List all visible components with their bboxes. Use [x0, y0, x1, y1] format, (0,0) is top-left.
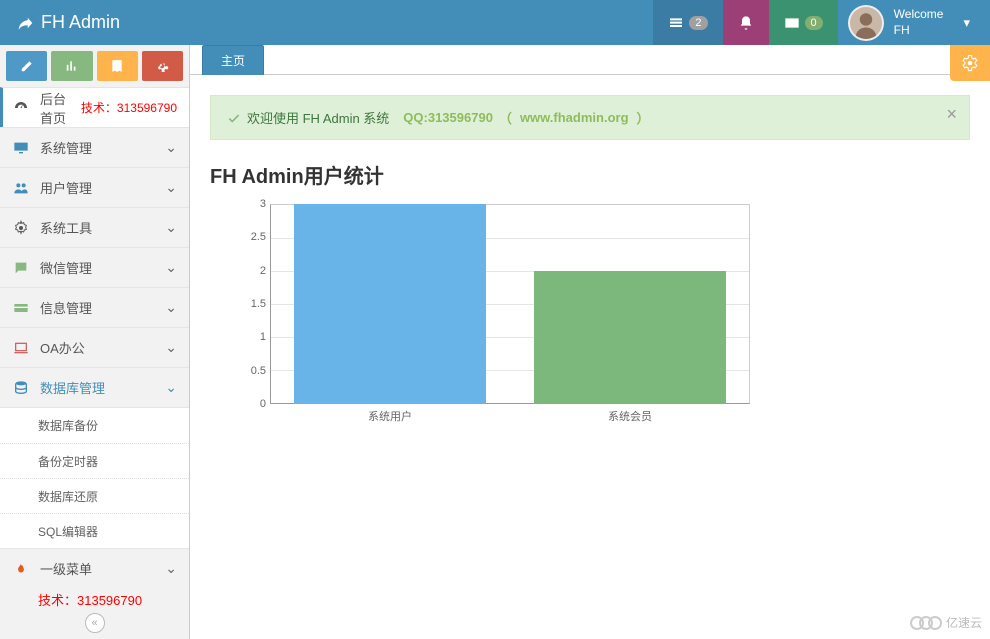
card-icon: [12, 300, 30, 316]
sidebar: 后台首页 技术：313596790 系统管理 ⌄ 用户管理 ⌄ 系统工具 ⌄ 微…: [0, 45, 190, 639]
logo-text: FH Admin: [41, 12, 120, 33]
nav-label: 系统工具: [40, 218, 155, 237]
tasks-icon: [668, 15, 684, 31]
watermark: 亿速云: [910, 614, 982, 631]
settings-gear-button[interactable]: [950, 45, 990, 81]
y-tick-label: 0.5: [240, 365, 266, 377]
alert-link[interactable]: www.fhadmin.org: [520, 110, 629, 125]
nav-user-manage[interactable]: 用户管理 ⌄: [0, 167, 189, 207]
y-tick-label: 1: [240, 331, 266, 343]
avatar: [848, 5, 884, 41]
header-tasks[interactable]: 2: [653, 0, 722, 45]
subnav-db-backup[interactable]: 数据库备份: [0, 408, 189, 443]
x-tick-label: 系统会员: [608, 408, 652, 424]
bell-icon: [738, 15, 754, 31]
chart-title: FH Admin用户统计: [210, 160, 970, 189]
nav-database-submenu: 数据库备份 备份定时器 数据库还原 SQL编辑器: [0, 407, 189, 548]
nav-home-label: 后台首页: [40, 89, 71, 127]
nav-label: 用户管理: [40, 178, 155, 197]
alert-link-close: ）: [637, 108, 650, 127]
welcome-block: Welcome FH: [894, 7, 944, 38]
nav-label: OA办公: [40, 338, 155, 357]
users-icon: [12, 180, 30, 196]
fire-icon: [12, 561, 30, 577]
nav-info-manage[interactable]: 信息管理 ⌄: [0, 287, 189, 327]
chevron-down-icon: ⌄: [165, 379, 177, 396]
toolbar-book-button[interactable]: [97, 51, 138, 81]
nav-oa-office[interactable]: OA办公 ⌄: [0, 327, 189, 367]
header-bar: FH Admin 2 0 Welcome FH ▾: [0, 0, 990, 45]
gear-icon: [12, 220, 30, 236]
chart-bar: [534, 271, 726, 404]
tab-bar: 主页: [190, 45, 990, 75]
welcome-label: Welcome: [894, 7, 944, 23]
y-tick-label: 2.5: [240, 231, 266, 243]
x-tick-label: 系统用户: [368, 408, 412, 424]
nav-system-tools[interactable]: 系统工具 ⌄: [0, 207, 189, 247]
tasks-badge: 2: [689, 16, 707, 30]
y-tick-label: 2: [240, 265, 266, 277]
user-stats-chart: 系统用户系统会员 00.511.522.53: [240, 204, 750, 424]
envelope-icon: [784, 15, 800, 31]
chart-bar: [294, 204, 486, 404]
chevron-down-icon: ⌄: [165, 259, 177, 276]
desktop-icon: [12, 140, 30, 156]
laptop-icon: [12, 340, 30, 356]
nav-label: 信息管理: [40, 298, 155, 317]
watermark-icon: [910, 616, 942, 630]
app-logo[interactable]: FH Admin: [0, 12, 135, 33]
close-icon[interactable]: ×: [946, 104, 957, 125]
chevron-down-icon: ⌄: [165, 339, 177, 356]
nav-label: 数据库管理: [40, 378, 155, 397]
chat-icon: [12, 260, 30, 276]
leaf-icon: [15, 14, 33, 32]
chevron-down-icon: ⌄: [165, 139, 177, 156]
nav-home[interactable]: 后台首页 技术：313596790: [0, 87, 189, 127]
subnav-db-restore[interactable]: 数据库还原: [0, 478, 189, 513]
collapse-button[interactable]: «: [85, 613, 105, 633]
subnav-sql-editor[interactable]: SQL编辑器: [0, 513, 189, 548]
nav-home-tech: 技术：313596790: [81, 99, 177, 116]
sidebar-toolbar: [0, 45, 189, 87]
chevron-down-icon: ⌄: [165, 299, 177, 316]
watermark-text: 亿速云: [946, 614, 982, 631]
check-icon: [227, 111, 241, 125]
header-notifications[interactable]: [723, 0, 769, 45]
y-tick-label: 3: [240, 198, 266, 210]
subnav-backup-timer[interactable]: 备份定时器: [0, 443, 189, 478]
nav-label: 微信管理: [40, 258, 155, 277]
sidebar-collapse: «: [0, 611, 189, 639]
alert-link-open: （: [499, 108, 512, 127]
dashboard-icon: [12, 100, 30, 116]
database-icon: [12, 380, 30, 396]
nav-system-manage[interactable]: 系统管理 ⌄: [0, 127, 189, 167]
toolbar-settings-button[interactable]: [142, 51, 183, 81]
toolbar-chart-button[interactable]: [51, 51, 92, 81]
chevron-down-icon: ⌄: [165, 219, 177, 236]
toolbar-edit-button[interactable]: [6, 51, 47, 81]
chevron-down-icon: ⌄: [165, 179, 177, 196]
nav-label: 一级菜单: [40, 559, 155, 578]
nav-database-manage[interactable]: 数据库管理 ⌄: [0, 367, 189, 407]
tab-home[interactable]: 主页: [202, 45, 264, 75]
main-content: 主页 欢迎使用 FH Admin 系统 QQ:313596790 （ www.f…: [190, 45, 990, 639]
username: FH: [894, 23, 944, 39]
nav-wechat-manage[interactable]: 微信管理 ⌄: [0, 247, 189, 287]
header-user-menu[interactable]: Welcome FH ▾: [838, 0, 990, 45]
nav-level1-menu[interactable]: 一级菜单 ⌄: [0, 548, 189, 588]
y-tick-label: 1.5: [240, 298, 266, 310]
content-area: 欢迎使用 FH Admin 系统 QQ:313596790 （ www.fhad…: [190, 75, 990, 444]
mail-badge: 0: [805, 16, 823, 30]
chevron-down-icon: ⌄: [165, 560, 177, 577]
header-mail[interactable]: 0: [769, 0, 838, 45]
chart-bars: 系统用户系统会员: [270, 204, 750, 404]
caret-down-icon: ▾: [963, 15, 970, 31]
y-tick-label: 0: [240, 398, 266, 410]
nav-label: 系统管理: [40, 138, 155, 157]
welcome-alert: 欢迎使用 FH Admin 系统 QQ:313596790 （ www.fhad…: [210, 95, 970, 140]
alert-qq: QQ:313596790: [403, 110, 493, 125]
alert-text: 欢迎使用 FH Admin 系统: [247, 108, 389, 127]
tech-footer-text: 技术：313596790: [0, 588, 189, 611]
